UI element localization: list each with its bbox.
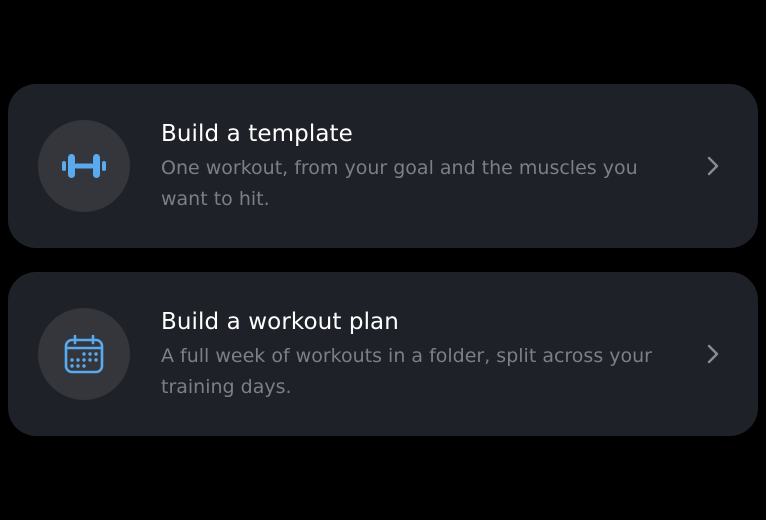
build-workout-plan-option[interactable]: Build a workout plan A full week of work… [8, 272, 758, 436]
build-template-option[interactable]: Build a template One workout, from your … [8, 84, 758, 248]
option-title: Build a workout plan [161, 309, 399, 335]
option-description: A full week of workouts in a folder, spl… [161, 345, 652, 398]
option-description: One workout, from your goal and the musc… [161, 157, 638, 210]
option-title: Build a template [161, 121, 353, 147]
build-workout-plan-text: Build a workout plan A full week of work… [161, 305, 681, 403]
calendar-icon-circle [38, 308, 130, 400]
chevron-right-icon [704, 154, 722, 178]
calendar-icon [63, 333, 105, 375]
chevron-right-icon [704, 342, 722, 366]
dumbbell-icon-circle [38, 120, 130, 212]
build-template-text: Build a template One workout, from your … [161, 117, 681, 215]
dumbbell-icon [61, 151, 107, 181]
